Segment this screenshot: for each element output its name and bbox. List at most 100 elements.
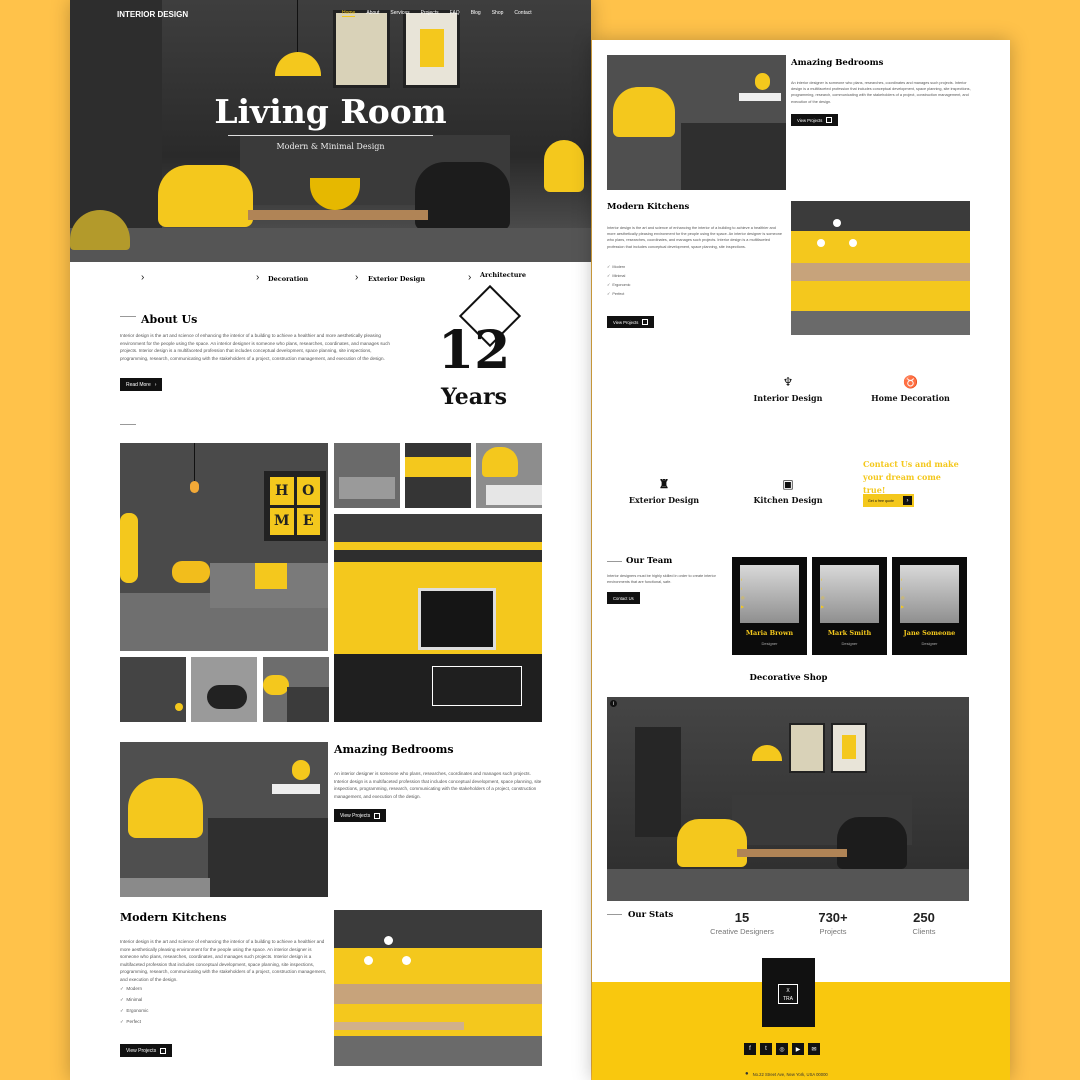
black-chair	[415, 162, 510, 230]
right-page: Amazing Bedrooms An interior designer is…	[592, 40, 1010, 1080]
footer-logo[interactable]: X TRA	[762, 958, 815, 1027]
service-label: Exterior Design	[628, 495, 700, 505]
stat-value: 15	[734, 910, 750, 925]
stat-label: Clients	[912, 927, 936, 936]
stat-value: 730+	[818, 910, 848, 925]
nav-blog[interactable]: Blog	[471, 10, 481, 17]
chevron-right-icon[interactable]: ›	[141, 272, 144, 283]
gallery-thumb[interactable]	[334, 443, 400, 508]
get-quote-button[interactable]: Get a free quote ›	[863, 494, 914, 507]
email-icon[interactable]: ✉	[808, 1043, 820, 1055]
kitchens-title: Modern Kitchens	[120, 911, 227, 924]
check-label: Minimal	[126, 997, 143, 1002]
bedrooms-title: Amazing Bedrooms	[334, 743, 454, 756]
get-quote-label: Get a free quote	[868, 498, 894, 503]
check-item: ✓ Modern	[607, 264, 630, 269]
team-card[interactable]: f t ◎ ▶ Mark Smith Designer	[812, 557, 887, 655]
address-text: No.22 Street Ave, New York, USA 00000	[752, 1071, 828, 1077]
read-more-button[interactable]: Read More ›	[120, 378, 163, 391]
brand-logo[interactable]: INTERIOR DESIGN	[117, 10, 188, 19]
gallery-thumb[interactable]	[120, 657, 186, 722]
stat-item: 250 Clients	[884, 910, 964, 936]
nav-contact[interactable]: Contact	[514, 10, 531, 17]
category-decoration[interactable]: Decoration	[268, 275, 308, 283]
shop-title: Decorative Shop	[749, 673, 828, 683]
shop-image[interactable]: i	[607, 697, 969, 901]
social-links: f t ◎ ▶	[901, 577, 905, 609]
service-home-decoration[interactable]: ♉ Home Decoration	[868, 375, 953, 403]
instagram-icon[interactable]: ◎	[776, 1043, 788, 1055]
view-projects-button[interactable]: View Projects	[607, 316, 655, 328]
read-more-label: Read More	[126, 381, 151, 388]
hero-image: INTERIOR DESIGN Home About Services Proj…	[70, 0, 591, 262]
nav-about[interactable]: About	[366, 10, 379, 17]
home-letter: O	[296, 477, 320, 505]
service-exterior-design[interactable]: ♜ Exterior Design	[624, 477, 704, 505]
bedroom-image[interactable]	[607, 55, 786, 190]
chandelier-icon: ♆	[782, 375, 794, 389]
category-exterior-design[interactable]: Exterior Design	[368, 275, 425, 283]
frame-art	[333, 10, 390, 88]
check-icon: ✓	[120, 1019, 124, 1024]
service-label: Kitchen Design	[753, 495, 823, 505]
team-card[interactable]: f t ◎ ▶ Maria Brown Designer	[732, 557, 807, 655]
view-projects-label: View Projects	[613, 319, 639, 325]
chevron-right-icon[interactable]: ›	[256, 272, 259, 283]
service-label: Interior Design	[753, 393, 823, 403]
team-photo	[900, 565, 959, 623]
frame-art	[403, 10, 460, 88]
kitchen-image[interactable]	[334, 910, 542, 1066]
member-role: Designer	[761, 641, 778, 646]
nav-faq[interactable]: FAQ	[450, 10, 460, 17]
team-photo	[740, 565, 799, 623]
years-label: Years	[441, 384, 508, 410]
check-label: Ergonomic	[612, 283, 631, 287]
gallery-thumb[interactable]	[405, 443, 471, 508]
gallery-main-image[interactable]: H O M E	[120, 443, 328, 651]
image-icon	[374, 812, 381, 819]
stat-value: 250	[913, 910, 935, 925]
team-photo	[820, 565, 879, 623]
check-icon: ✓	[607, 292, 611, 296]
check-item: ✓ Ergonomic	[607, 282, 630, 287]
tv	[418, 588, 496, 650]
service-interior-design[interactable]: ♆ Interior Design	[748, 375, 828, 403]
facebook-icon[interactable]: f	[744, 1043, 756, 1055]
check-label: Modern	[126, 986, 142, 991]
nav-services[interactable]: Services	[390, 10, 409, 17]
nav-home[interactable]: Home	[342, 10, 356, 17]
check-label: Ergonomic	[126, 1008, 149, 1013]
nav-shop[interactable]: Shop	[492, 10, 504, 17]
years-number: 12	[438, 320, 511, 381]
gallery-thumb[interactable]	[476, 443, 542, 508]
view-projects-label: View Projects	[126, 1047, 157, 1054]
nav-projects[interactable]: Projects	[421, 10, 439, 17]
member-name: Jane Someone	[903, 629, 956, 637]
info-icon[interactable]: i	[610, 700, 617, 707]
gallery-thumb[interactable]	[263, 657, 329, 722]
yellow-chair	[613, 87, 675, 137]
bedroom-image[interactable]	[120, 742, 328, 897]
contact-us-button[interactable]: Contact Us	[607, 592, 640, 604]
pendant-lamp	[275, 52, 321, 76]
gallery-tv-image[interactable]	[334, 514, 542, 722]
logo-text-top: X	[786, 988, 790, 994]
kitchen-image[interactable]	[791, 201, 970, 335]
chevron-right-icon[interactable]: ›	[468, 272, 471, 283]
service-kitchen-design[interactable]: ▣ Kitchen Design	[748, 477, 828, 505]
twitter-icon[interactable]: t	[760, 1043, 772, 1055]
team-card[interactable]: f t ◎ ▶ Jane Someone Designer	[892, 557, 967, 655]
kitchens-title: Modern Kitchens	[607, 202, 690, 212]
view-projects-button[interactable]: View Projects	[334, 809, 387, 822]
category-architecture[interactable]: Architecture	[480, 271, 526, 279]
check-icon: ✓	[607, 274, 611, 278]
youtube-icon[interactable]: ▶	[792, 1043, 804, 1055]
left-page: INTERIOR DESIGN Home About Services Proj…	[70, 0, 591, 1080]
view-projects-button[interactable]: View Projects	[120, 1044, 173, 1057]
bedrooms-text: An interior designer is someone who plan…	[791, 81, 971, 104]
contact-us-label: Contact Us	[613, 595, 634, 601]
chevron-right-icon[interactable]: ›	[355, 272, 358, 283]
view-projects-button[interactable]: View Projects	[791, 114, 839, 126]
gallery-thumb[interactable]	[191, 657, 257, 722]
yellow-chair	[128, 778, 203, 838]
